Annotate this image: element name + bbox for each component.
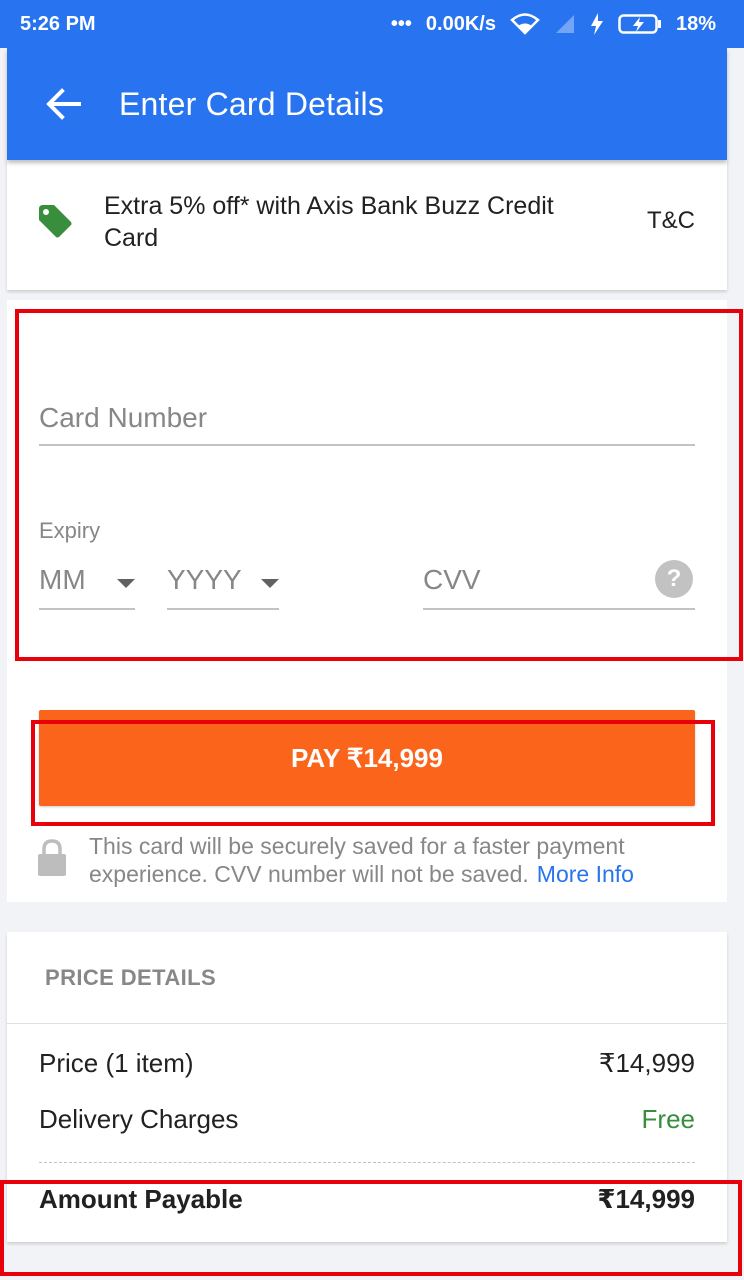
status-bar: 5:26 PM ••• 0.00K/s 18% <box>0 0 744 48</box>
delivery-row: Delivery Charges Free <box>39 1104 695 1135</box>
charging-icon <box>590 13 604 35</box>
expiry-label: Expiry <box>39 518 101 543</box>
card-number-input[interactable] <box>39 390 695 444</box>
amount-payable-value: ₹14,999 <box>597 1184 695 1214</box>
tag-icon <box>39 205 72 238</box>
price-value: ₹14,999 <box>598 1048 695 1078</box>
offer-banner: Extra 5% off* with Axis Bank Buzz Credit… <box>7 160 727 290</box>
secure-note: This card will be securely saved for a f… <box>7 820 727 902</box>
wifi-icon <box>510 13 540 35</box>
arrow-back-icon <box>46 88 81 120</box>
price-details: PRICE DETAILS Price (1 item) ₹14,999 Del… <box>7 932 727 1242</box>
help-icon[interactable]: ? <box>655 560 693 598</box>
network-speed: 0.00K/s <box>425 12 496 35</box>
battery-percent: 18% <box>675 12 716 35</box>
pay-button[interactable]: PAY ₹14,999 <box>39 710 695 806</box>
card-form: Expiry MM YYYY ? <box>7 300 727 900</box>
expiry-month-select[interactable]: MM <box>39 552 135 610</box>
dropdown-arrow-icon <box>117 578 135 588</box>
back-button[interactable] <box>7 48 119 160</box>
delivery-label: Delivery Charges <box>39 1104 239 1134</box>
status-icons: ••• 0.00K/s 18% <box>391 13 716 36</box>
price-details-title: PRICE DETAILS <box>7 932 727 1024</box>
expiry-year-select[interactable]: YYYY <box>167 552 279 610</box>
cvv-input[interactable] <box>423 552 643 608</box>
price-row: Price (1 item) ₹14,999 <box>39 1048 695 1079</box>
expiry-year-value: YYYY <box>167 564 242 595</box>
status-time: 5:26 PM <box>20 12 96 35</box>
battery-icon <box>618 13 662 35</box>
tnc-link[interactable]: T&C <box>647 207 695 235</box>
dropdown-arrow-icon <box>261 578 279 588</box>
offer-text: Extra 5% off* with Axis Bank Buzz Credit… <box>104 192 554 252</box>
signal-icon <box>554 13 576 35</box>
divider <box>39 1162 695 1163</box>
amount-payable-label: Amount Payable <box>39 1184 243 1214</box>
card-number-field[interactable] <box>39 390 695 446</box>
amount-payable-row: Amount Payable ₹14,999 <box>39 1184 695 1215</box>
lock-icon <box>38 839 66 876</box>
expiry-month-value: MM <box>39 564 86 595</box>
delivery-value: Free <box>641 1104 695 1134</box>
page-title: Enter Card Details <box>119 85 385 122</box>
content: Extra 5% off* with Axis Bank Buzz Credit… <box>7 160 727 1280</box>
secure-note-text: This card will be securely saved for a f… <box>89 832 709 888</box>
price-label: Price (1 item) <box>39 1048 194 1078</box>
more-info-link[interactable]: More Info <box>537 861 634 887</box>
cvv-field[interactable]: ? <box>423 552 695 610</box>
app-bar: Enter Card Details <box>7 48 727 160</box>
status-dots: ••• <box>390 12 412 35</box>
